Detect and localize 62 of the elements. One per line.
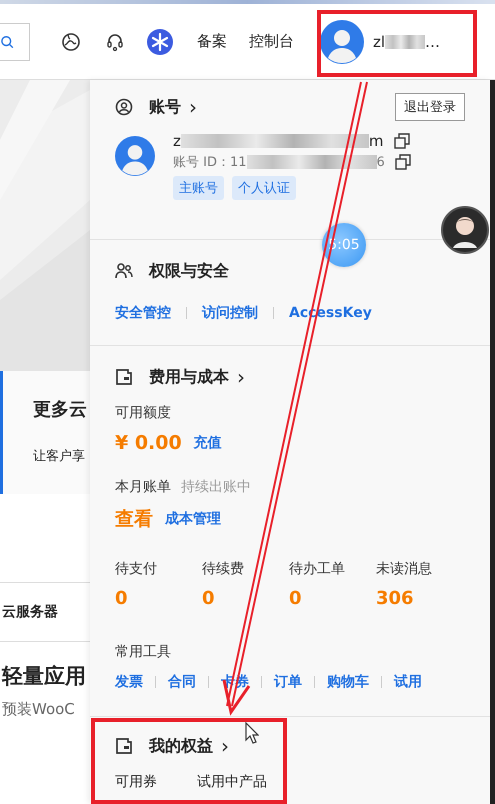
stat-label: 待支付: [115, 560, 158, 578]
tool-link[interactable]: 合同: [168, 673, 196, 691]
section-title[interactable]: 费用与成本: [149, 366, 229, 388]
stat-value[interactable]: 0: [202, 588, 289, 609]
stat-value[interactable]: 0: [115, 588, 202, 609]
email-text: z: [173, 132, 181, 150]
search-icon: [1, 34, 15, 48]
nav-link[interactable]: 控制台: [249, 32, 294, 51]
user-name[interactable]: zl: [373, 32, 386, 50]
user-circle-icon: [115, 98, 133, 116]
copy-icon[interactable]: [394, 154, 411, 170]
stat-label: 待办工单: [289, 560, 346, 578]
chevron[interactable]: ›: [221, 736, 229, 756]
benefit-item[interactable]: 试用中产品: [197, 773, 267, 791]
promo-title: 更多云: [33, 398, 88, 421]
credit-value: ¥ 0.00: [115, 432, 182, 454]
search-field[interactable]: [0, 22, 30, 60]
tool-link[interactable]: 发票: [115, 673, 143, 691]
product-title: 轻量应用: [2, 663, 87, 690]
cost-link[interactable]: 成本管理: [165, 510, 221, 528]
stat-label: 未读消息: [376, 560, 433, 578]
promo-text: 让客户享: [33, 448, 86, 465]
wallet-icon: [115, 737, 133, 755]
wallet-icon: [115, 368, 133, 386]
account-id: 账号 ID：11: [173, 154, 247, 171]
copy-icon[interactable]: [394, 133, 410, 149]
stat-value[interactable]: 0: [289, 588, 376, 609]
avatar-icon: [115, 136, 155, 176]
redaction-block: [385, 34, 426, 48]
stat-value[interactable]: 306: [376, 588, 463, 609]
view-link[interactable]: 查看: [115, 506, 153, 532]
security-link[interactable]: 安全管控: [115, 304, 171, 322]
chevron[interactable]: ›: [237, 367, 245, 387]
tools-label: 常用工具: [115, 643, 172, 661]
account-tag: 主账号: [173, 176, 224, 200]
avatar-icon[interactable]: [320, 20, 364, 64]
credit-label: 可用额度: [115, 404, 172, 422]
bill-status: 持续出账中: [181, 478, 251, 496]
logout-button[interactable]: 退出登录: [395, 93, 465, 121]
cursor-icon: [245, 722, 259, 744]
security-link[interactable]: 访问控制: [202, 304, 258, 322]
email-text: m: [368, 132, 384, 150]
bill-label: 本月账单: [115, 478, 171, 496]
asterisk-logo-icon[interactable]: [147, 28, 173, 54]
chevron[interactable]: ›: [189, 97, 197, 117]
benefit-item[interactable]: 可用券: [115, 773, 157, 791]
account-id: 6: [376, 154, 385, 170]
tool-link[interactable]: 订单: [274, 673, 302, 691]
product-text: 预装WooC: [2, 700, 76, 719]
users-icon: [115, 262, 133, 280]
stat-label: 待续费: [202, 560, 245, 578]
section-title[interactable]: 我的权益: [149, 736, 213, 756]
tool-link[interactable]: 购物车: [327, 673, 369, 691]
assistant-avatar-icon[interactable]: [441, 206, 489, 254]
section-title: 权限与安全: [149, 260, 229, 282]
account-tag: 个人认证: [232, 176, 296, 200]
nav-link[interactable]: 备案: [197, 32, 227, 51]
ellipsis: …: [425, 32, 440, 50]
headset-icon[interactable]: [105, 32, 125, 52]
section-title[interactable]: 账号: [149, 96, 181, 118]
tool-link[interactable]: 试用: [394, 673, 422, 691]
recharge-link[interactable]: 充值: [194, 434, 222, 452]
